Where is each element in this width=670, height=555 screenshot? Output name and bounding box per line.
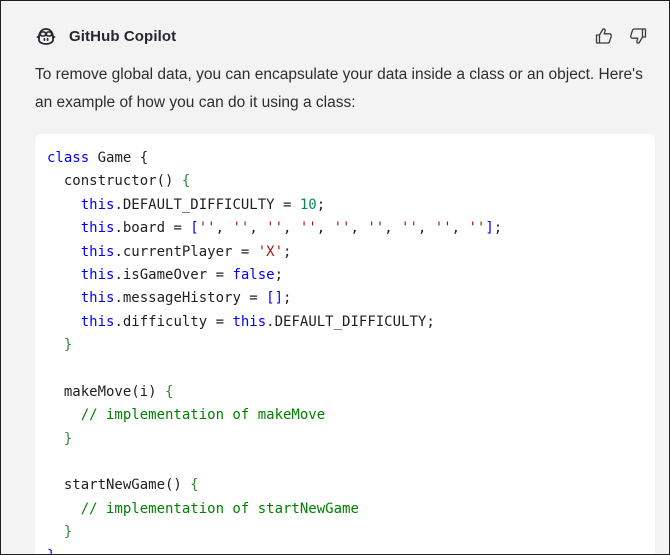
- code-line: this.messageHistory = [];: [80, 290, 292, 307]
- code-line: this.board = ['', '', '', '', '', '', ''…: [80, 220, 503, 237]
- code-line: class Game {: [47, 150, 149, 166]
- code-line: }: [63, 524, 73, 541]
- code-line: this.currentPlayer = 'X';: [80, 243, 292, 260]
- code-line: this.DEFAULT_DIFFICULTY = 10;: [80, 196, 326, 213]
- code-line: }: [63, 430, 73, 447]
- code-line: }: [63, 337, 73, 354]
- code-line: constructor() {: [47, 173, 191, 190]
- copilot-chat-panel: GitHub Copilot To remove global data, yo…: [0, 0, 670, 555]
- code-line: }: [47, 545, 655, 554]
- thumbs-up-icon[interactable]: [593, 25, 615, 47]
- thumbs-down-icon[interactable]: [627, 25, 649, 47]
- feedback-buttons: [593, 25, 649, 47]
- code-block: class Game { constructor() { this.DEFAUL…: [35, 134, 655, 554]
- code-line: this.difficulty = this.DEFAULT_DIFFICULT…: [80, 313, 435, 330]
- code-line: this.isGameOver = false;: [80, 266, 284, 283]
- code-line: makeMove(i) {: [47, 383, 174, 400]
- assistant-message: To remove global data, you can encapsula…: [35, 66, 643, 111]
- app-name: GitHub Copilot: [69, 27, 177, 45]
- code-line: startNewGame() {: [47, 477, 199, 494]
- message-header: GitHub Copilot: [35, 23, 176, 49]
- code-line: // implementation of makeMove: [80, 407, 326, 424]
- copilot-icon: [35, 25, 57, 47]
- code-content: class Game { constructor() { this.DEFAUL…: [35, 134, 655, 554]
- code-line: // implementation of startNewGame: [80, 500, 359, 517]
